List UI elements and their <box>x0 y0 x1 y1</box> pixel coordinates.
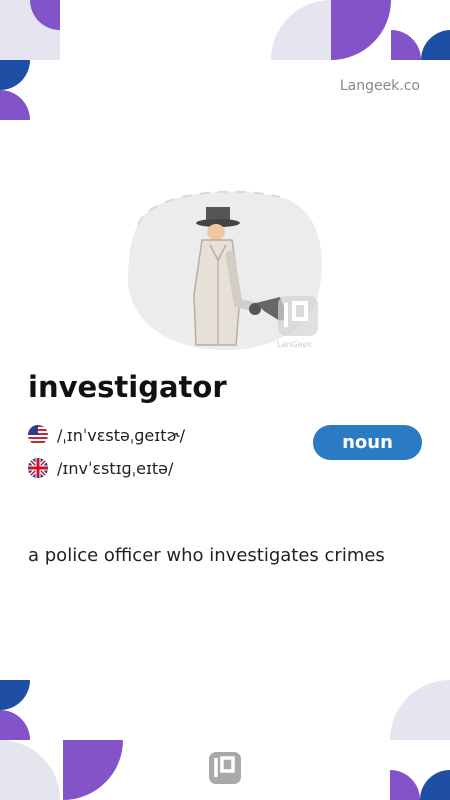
definition-text: a police officer who investigates crimes <box>28 545 385 566</box>
watermark-text: LanGeek <box>277 340 312 349</box>
langeek-logo-icon <box>209 752 241 784</box>
entry-word: investigator <box>28 370 227 404</box>
pronunciation-uk-text: /ɪnvˈɛstɪɡˌeɪtə/ <box>57 458 174 478</box>
uk-flag-icon <box>28 458 48 478</box>
pronunciation-us-text: /ˌɪnˈvɛstəˌɡeɪtɚ/ <box>57 425 185 445</box>
part-of-speech-badge[interactable]: noun <box>313 425 422 460</box>
us-flag-icon <box>28 425 48 445</box>
pronunciation-us[interactable]: /ˌɪnˈvɛstəˌɡeɪtɚ/ <box>28 425 185 445</box>
detective-illustration: LanGeek <box>127 190 322 351</box>
pronunciation-uk[interactable]: /ɪnvˈɛstɪɡˌeɪtə/ <box>28 458 173 478</box>
site-brand[interactable]: Langeek.co <box>340 78 420 94</box>
decorative-shapes-top <box>0 0 450 120</box>
